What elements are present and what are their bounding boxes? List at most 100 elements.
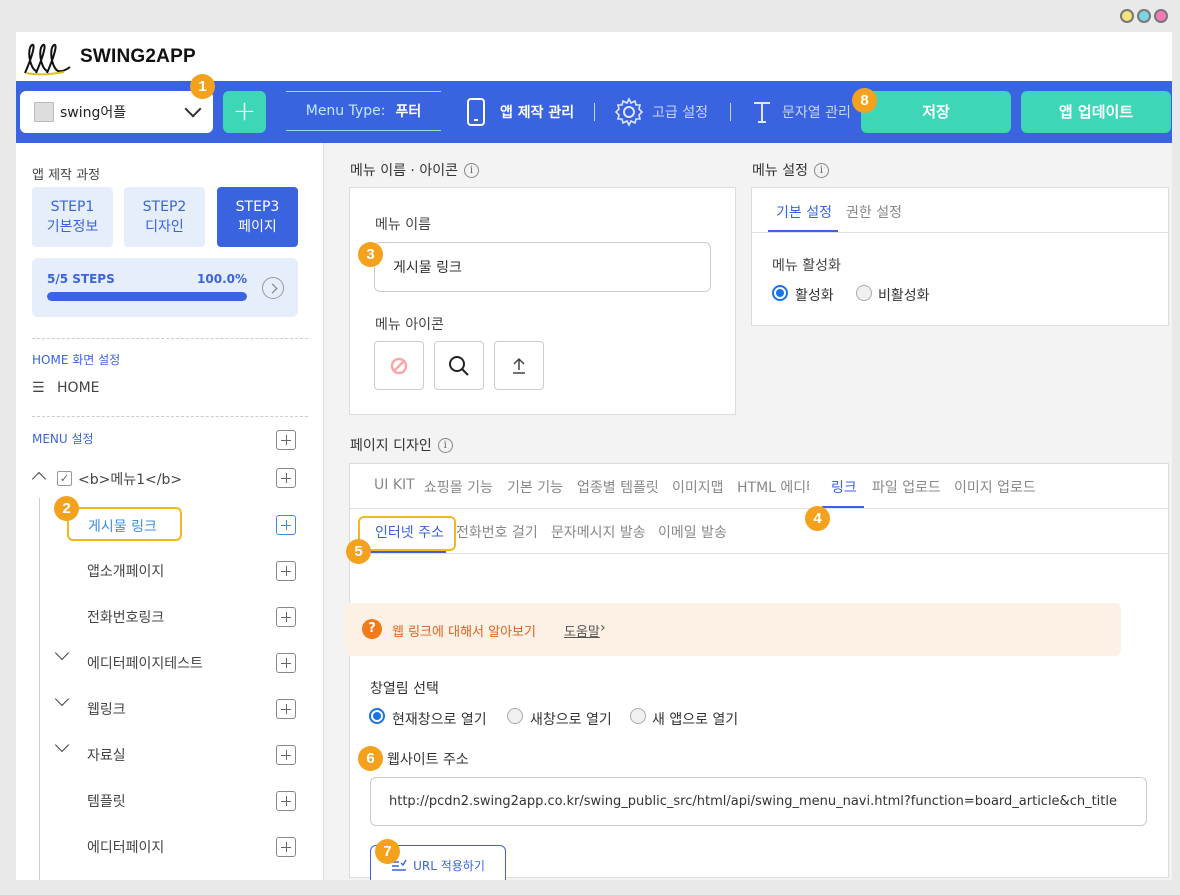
divider xyxy=(32,416,308,417)
app-select-value: swing어플 xyxy=(60,105,127,121)
radio-activate[interactable] xyxy=(772,285,788,301)
add-app-button[interactable]: + xyxy=(223,91,266,133)
tab-basic-functions[interactable]: 기본 기능 xyxy=(507,477,563,497)
radio-deactivate[interactable] xyxy=(856,285,872,301)
window-dot-cyan[interactable] xyxy=(1137,9,1151,23)
tab-basic-settings[interactable]: 기본 설정 xyxy=(776,202,832,222)
divider xyxy=(350,508,1168,509)
website-url-input[interactable]: http://pcdn2.swing2app.co.kr/swing_publi… xyxy=(370,777,1147,826)
tab-ui-kit[interactable]: UI KIT xyxy=(374,477,415,493)
no-icon-button[interactable] xyxy=(374,341,424,390)
subtab-internet-address[interactable]: 인터넷 주소 xyxy=(375,522,444,542)
sidebar-item-app-intro[interactable]: 앱소개페이지 xyxy=(87,561,164,581)
tab-industry-templates[interactable]: 업종별 템플릿 xyxy=(577,477,659,497)
nav-app-manage[interactable]: 앱 제작 관리 xyxy=(466,81,574,143)
tab-shopping[interactable]: 쇼핑몰 기능 xyxy=(424,477,493,497)
sidebar-item-board-link[interactable]: 게시물 링크 xyxy=(67,507,182,541)
chevron-up-icon[interactable] xyxy=(31,471,47,487)
app-select-dropdown[interactable]: swing어플 xyxy=(20,91,213,133)
menu-root-label[interactable]: <b>메뉴1</b> xyxy=(78,469,182,489)
sidebar-item-label: 게시물 링크 xyxy=(88,519,157,535)
menu-section-title: MENU 설정 xyxy=(32,432,94,446)
step-2-button[interactable]: STEP2 디자인 xyxy=(124,187,205,247)
logo-bar: SWING2APP xyxy=(16,32,1172,81)
chevron-down-icon[interactable] xyxy=(54,645,70,661)
progress-percent: 100.0% xyxy=(197,272,247,286)
window-dot-yellow[interactable] xyxy=(1120,9,1134,23)
tab-image-map[interactable]: 이미지맵 xyxy=(672,477,724,497)
menu-settings-title-text: 메뉴 설정 xyxy=(752,163,808,179)
search-icon xyxy=(449,355,469,376)
add-child-icon[interactable] xyxy=(276,653,296,673)
divider xyxy=(32,338,308,339)
upload-icon-button[interactable] xyxy=(494,341,544,390)
step-3-button[interactable]: STEP3 페이지 xyxy=(217,187,298,247)
subtab-email[interactable]: 이메일 발송 xyxy=(658,522,727,542)
help-link[interactable]: 도움말 xyxy=(564,621,600,640)
sidebar-item-editor-page[interactable]: 에디터페이지 xyxy=(87,837,164,857)
nav-advanced-settings[interactable]: 고급 설정 xyxy=(614,81,708,143)
website-address-label: 웹사이트 주소 xyxy=(387,752,469,768)
chevron-down-icon[interactable] xyxy=(54,691,70,707)
save-button[interactable]: 저장 xyxy=(861,91,1011,133)
add-child-icon[interactable] xyxy=(276,515,296,535)
chevron-right-icon: › xyxy=(600,620,606,636)
tab-file-upload[interactable]: 파일 업로드 xyxy=(872,477,941,497)
sidebar-item-template[interactable]: 템플릿 xyxy=(87,791,126,811)
url-apply-label: URL 적용하기 xyxy=(413,858,485,873)
subtab-sms[interactable]: 문자메시지 발송 xyxy=(551,522,646,542)
sidebar-item-phone-link[interactable]: 전화번호링크 xyxy=(87,607,164,627)
radio-activate-label: 활성화 xyxy=(795,288,834,304)
nav-divider xyxy=(730,103,731,121)
add-child-icon[interactable] xyxy=(276,745,296,765)
menu-name-label: 메뉴 이름 xyxy=(375,217,431,233)
checkbox-icon[interactable]: ✓ xyxy=(57,471,72,486)
chevron-right-circle-icon[interactable] xyxy=(262,277,284,299)
step-badge-8: 8 xyxy=(852,88,877,113)
app-frame: SWING2APP swing어플 + Menu Type: 푸터 앱 제작 관… xyxy=(16,32,1172,880)
sidebar-item-editor-test[interactable]: 에디터페이지테스트 xyxy=(87,653,203,673)
add-child-icon[interactable] xyxy=(276,607,296,627)
home-item[interactable]: ☰ HOME xyxy=(32,380,100,396)
add-child-icon[interactable] xyxy=(276,791,296,811)
progress-bar-fill xyxy=(47,292,247,301)
step-badge-7: 7 xyxy=(375,839,400,864)
step-badge-3: 3 xyxy=(358,242,383,267)
tab-permission-settings[interactable]: 권한 설정 xyxy=(846,202,902,222)
add-child-icon[interactable] xyxy=(276,837,296,857)
tab-html-editor[interactable]: HTML 에디터 xyxy=(737,477,809,497)
radio-current-window[interactable] xyxy=(369,708,385,724)
subtab-phone-call[interactable]: 전화번호 걸기 xyxy=(456,522,538,542)
sidebar-item-archive[interactable]: 자료실 xyxy=(87,745,126,765)
nav-strings-manage[interactable]: 문자열 관리 xyxy=(752,81,851,143)
upload-icon xyxy=(513,357,525,374)
add-submenu-icon[interactable] xyxy=(276,468,296,488)
info-icon[interactable]: i xyxy=(463,162,479,178)
app-update-button[interactable]: 앱 업데이트 xyxy=(1021,91,1171,133)
divider xyxy=(752,232,1168,233)
radio-new-window[interactable] xyxy=(507,708,523,724)
radio-new-app[interactable] xyxy=(630,708,646,724)
main-content: 메뉴 이름 · 아이콘 i 메뉴 이름 게시물 링크 메뉴 아이콘 3 메뉴 설… xyxy=(324,143,1172,880)
logo-text: SWING2APP xyxy=(80,45,196,67)
add-child-icon[interactable] xyxy=(276,561,296,581)
menu-lines-icon: ☰ xyxy=(32,380,45,396)
add-menu-icon[interactable] xyxy=(276,430,296,450)
step-1-button[interactable]: STEP1 기본정보 xyxy=(32,187,113,247)
radio-deactivate-label: 비활성화 xyxy=(878,288,930,304)
step-2-line1: STEP2 xyxy=(142,199,187,215)
chevron-down-icon[interactable] xyxy=(54,737,70,753)
sidebar-item-weblink[interactable]: 웹링크 xyxy=(87,699,126,719)
info-icon[interactable]: i xyxy=(813,162,829,178)
add-child-icon[interactable] xyxy=(276,699,296,719)
tab-image-upload[interactable]: 이미지 업로드 xyxy=(954,477,1036,497)
search-icon-button[interactable] xyxy=(434,341,484,390)
menu-type-indicator: Menu Type: 푸터 xyxy=(286,91,441,131)
nav-advanced-label: 고급 설정 xyxy=(652,105,708,121)
tab-link[interactable]: 링크 xyxy=(831,477,857,497)
menu-name-input[interactable]: 게시물 링크 xyxy=(374,242,711,292)
info-icon[interactable]: i xyxy=(437,437,453,453)
radio-current-window-label: 현재창으로 열기 xyxy=(392,712,487,728)
window-controls xyxy=(1120,9,1168,23)
window-dot-pink[interactable] xyxy=(1154,9,1168,23)
